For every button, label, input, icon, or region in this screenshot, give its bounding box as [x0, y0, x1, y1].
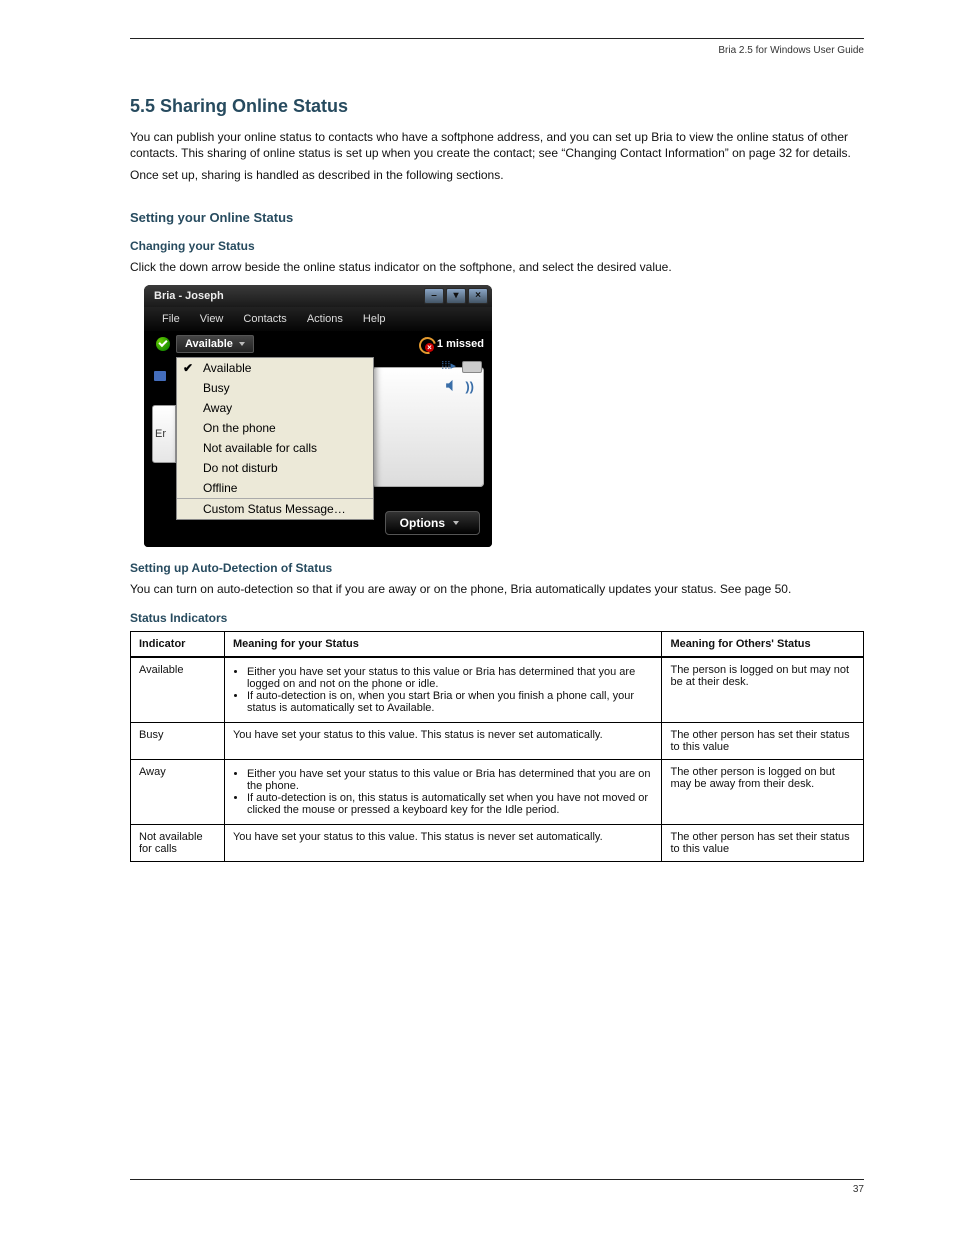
bria-titlebar: Bria - Joseph – ▾ × — [144, 285, 492, 307]
cell-meaning-others: The other person has set their status to… — [662, 824, 864, 861]
menu-view[interactable]: View — [200, 313, 224, 325]
table-col-indicator: Indicator — [131, 631, 225, 657]
status-option-custom[interactable]: Custom Status Message… — [177, 498, 373, 519]
options-button[interactable]: Options — [385, 511, 480, 535]
cell-indicator: Available — [131, 657, 225, 723]
header-rule — [130, 30, 864, 39]
status-option-on-the-phone[interactable]: On the phone — [177, 418, 373, 438]
input-snippet: Er — [152, 405, 176, 463]
cell-indicator: Busy — [131, 722, 225, 759]
status-selector-label: Available — [185, 338, 233, 350]
status-option-offline[interactable]: Offline — [177, 478, 373, 498]
status-option-available[interactable]: ✔Available — [177, 358, 373, 378]
sound-waves-icon: )) — [465, 379, 474, 394]
table-row: Busy You have set your status to this va… — [131, 722, 864, 759]
cell-meaning-others: The other person is logged on but may be… — [662, 759, 864, 824]
subheading-status-indicators: Status Indicators — [130, 611, 864, 625]
page-number: 37 — [130, 1184, 864, 1195]
auto-detect-body: You can turn on auto-detection so that i… — [130, 581, 864, 597]
close-button[interactable]: × — [468, 288, 488, 304]
section-title: 5.5 Sharing Online Status — [130, 96, 864, 117]
subheading-setting-status: Setting your Online Status — [130, 210, 864, 225]
status-option-dnd[interactable]: Do not disturb — [177, 458, 373, 478]
minimize-button[interactable]: – — [424, 288, 444, 304]
intro-paragraph-2: Once set up, sharing is handled as descr… — [130, 167, 864, 183]
cell-meaning-your: You have set your status to this value. … — [224, 824, 662, 861]
bria-menubar: File View Contacts Actions Help — [144, 307, 492, 331]
checkmark-icon: ✔ — [183, 361, 193, 375]
bria-window: Bria - Joseph – ▾ × File View Contacts A… — [144, 285, 492, 547]
menu-actions[interactable]: Actions — [307, 313, 343, 325]
restore-button[interactable]: ▾ — [446, 288, 466, 304]
cell-meaning-others: The other person has set their status to… — [662, 722, 864, 759]
cell-meaning-others: The person is logged on but may not be a… — [662, 657, 864, 723]
dialpad-icon[interactable]: ⁞⁞⁞▸ — [441, 359, 456, 372]
header-right-label: Bria 2.5 for Windows User Guide — [130, 45, 864, 56]
cell-meaning-your: Either you have set your status to this … — [224, 657, 662, 723]
cell-meaning-your: You have set your status to this value. … — [224, 722, 662, 759]
menu-contacts[interactable]: Contacts — [243, 313, 286, 325]
menu-file[interactable]: File — [162, 313, 180, 325]
bria-window-title: Bria - Joseph — [154, 290, 224, 302]
speaker-icon[interactable] — [444, 377, 461, 397]
missed-calls-label: 1 missed — [437, 338, 484, 350]
cell-meaning-your: Either you have set your status to this … — [224, 759, 662, 824]
options-button-label: Options — [400, 516, 445, 530]
status-option-away[interactable]: Away — [177, 398, 373, 418]
bria-body: Er ⁞⁞⁞▸ )) ✔Available Busy Away On the p… — [144, 357, 492, 547]
table-row: Not available for calls You have set you… — [131, 824, 864, 861]
table-row: Away Either you have set your status to … — [131, 759, 864, 824]
missed-call-icon: × — [419, 337, 433, 351]
status-dropdown: ✔Available Busy Away On the phone Not av… — [176, 357, 374, 520]
avatar-placeholder-icon — [154, 371, 166, 381]
table-row: Available Either you have set your statu… — [131, 657, 864, 723]
menu-help[interactable]: Help — [363, 313, 386, 325]
call-panel: ⁞⁞⁞▸ )) — [372, 367, 484, 487]
table-col-others-status: Meaning for Others' Status — [662, 631, 864, 657]
status-indicators-table: Indicator Meaning for your Status Meanin… — [130, 631, 864, 862]
changing-status-body: Click the down arrow beside the online s… — [130, 259, 864, 275]
cell-indicator: Not available for calls — [131, 824, 225, 861]
chevron-down-icon — [239, 342, 245, 346]
missed-calls-indicator[interactable]: × 1 missed — [419, 337, 484, 351]
table-col-your-status: Meaning for your Status — [224, 631, 662, 657]
subheading-auto-detect: Setting up Auto-Detection of Status — [130, 561, 864, 575]
page-footer: 37 — [130, 1179, 864, 1195]
keyboard-icon[interactable] — [462, 361, 482, 373]
status-option-busy[interactable]: Busy — [177, 378, 373, 398]
status-selector[interactable]: Available — [176, 335, 254, 353]
intro-paragraph-1: You can publish your online status to co… — [130, 129, 864, 161]
presence-available-icon — [156, 337, 170, 351]
cell-indicator: Away — [131, 759, 225, 824]
bria-status-row: Available × 1 missed — [144, 331, 492, 357]
subheading-changing-status: Changing your Status — [130, 239, 864, 253]
chevron-down-icon — [453, 521, 459, 525]
status-option-not-available[interactable]: Not available for calls — [177, 438, 373, 458]
